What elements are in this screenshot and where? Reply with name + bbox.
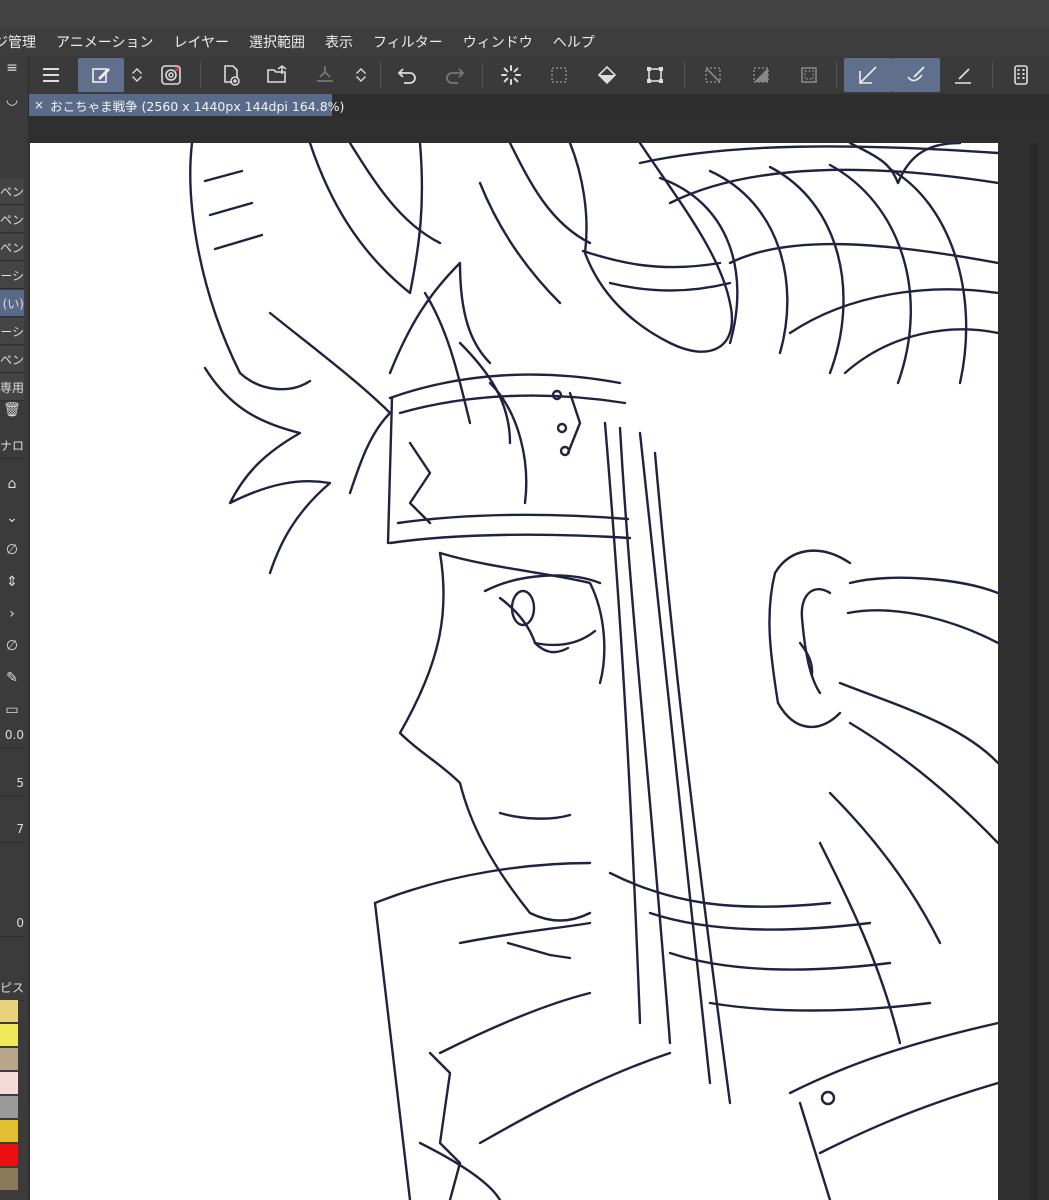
left-tool-panel: ≡ ◡ ペン ペン ペン ーシ (い) ーシ ペン 専用 🗑 ナロ ⌂ ⌄ ∅ … [0,56,29,1200]
sub-tool-item[interactable]: ーシ [0,318,24,345]
spiral-icon[interactable] [154,58,188,92]
document-tab[interactable]: × おこちゃま戦争 (2560 x 1440px 144dpi 164.8%) [28,94,344,116]
undo-icon[interactable] [390,58,424,92]
up-down-icon[interactable]: ⇕ [0,572,24,592]
toolbar-separator [380,62,381,88]
palette-label: ピス [0,974,24,1001]
sub-tool-item[interactable]: 専用 [0,374,24,401]
menu-bar: ジ管理 アニメーション レイヤー 選択範囲 表示 フィルター ウィンドウ ヘルプ [0,28,1049,56]
loading-icon[interactable] [494,58,528,92]
color-swatch[interactable] [0,1168,18,1190]
up-down-icon[interactable] [128,58,146,92]
menu-icon[interactable] [34,58,68,92]
toolbar-separator [836,62,837,88]
menu-page-management[interactable]: ジ管理 [0,32,36,52]
ruler-pen-icon[interactable] [946,58,980,92]
color-swatch[interactable] [0,1024,18,1046]
circle-slash-icon[interactable]: ∅ [0,636,24,656]
menu-view[interactable]: 表示 [325,32,353,52]
color-swatch[interactable] [0,1144,18,1166]
export-icon[interactable] [308,58,342,92]
select-frame-icon[interactable] [792,58,826,92]
select-dotted-icon[interactable] [542,58,576,92]
menu-selection[interactable]: 選択範囲 [249,32,305,52]
sub-tool-item[interactable]: ペン [0,234,24,261]
menu-window[interactable]: ウィンドウ [463,32,533,52]
redo-icon[interactable] [438,58,472,92]
color-swatch[interactable] [0,1072,18,1094]
menu-help[interactable]: ヘルプ [553,32,595,52]
line-art-illustration [189,143,998,1200]
document-tab-bar: × おこちゃま戦争 (2560 x 1440px 144dpi 164.8%) [28,94,1049,118]
trash-icon[interactable]: 🗑 [0,400,24,420]
toolbar-separator [482,62,483,88]
sub-tool-item[interactable]: ーシ [0,262,24,289]
chevron-down-icon[interactable]: ⌄ [0,508,24,528]
tablet-icon[interactable] [1004,58,1038,92]
sub-tool-item[interactable]: ペン [0,346,24,373]
no-selection-icon[interactable] [696,58,730,92]
sub-tool-item-selected[interactable]: (い) [0,290,24,317]
window-title-bar [0,0,1049,28]
pen-pressure-icon[interactable] [844,58,892,92]
setting-value: 0 [0,910,24,937]
setting-value: 5 [0,770,24,797]
drawing-canvas[interactable] [30,143,998,1200]
transform-icon[interactable] [638,58,672,92]
fill-icon[interactable] [590,58,624,92]
panel-collapse-icon[interactable]: ≡ [0,58,24,78]
lock-icon[interactable]: ⌂ [0,474,24,494]
panel-section-label: ナロ [0,432,24,459]
setting-value: 7 [0,816,24,843]
color-swatch[interactable] [0,1120,18,1142]
display-icon[interactable]: ▭ [0,700,24,720]
panel-tab-icon[interactable]: ◡ [0,90,24,110]
command-bar [28,56,1049,94]
circle-slash-icon[interactable]: ∅ [0,540,24,560]
sub-tool-item[interactable]: ペン [0,178,24,205]
wrench-icon[interactable]: ✎ [0,668,24,688]
color-swatch[interactable] [0,1000,18,1022]
gradient-mask-icon[interactable] [744,58,778,92]
toolbar-separator [992,62,993,88]
document-title: おこちゃま戦争 (2560 x 1440px 144dpi 164.8%) [50,98,345,114]
toolbar-separator [200,62,201,88]
chevron-right-icon[interactable]: › [0,604,24,624]
menu-filter[interactable]: フィルター [373,32,443,52]
color-swatch[interactable] [0,1048,18,1070]
up-down-icon[interactable] [352,58,370,92]
color-swatch[interactable] [0,1096,18,1118]
canvas-scrollbar[interactable] [1030,143,1038,1200]
menu-animation[interactable]: アニメーション [56,32,153,52]
brush-size-value[interactable]: 0.0 [0,722,24,749]
toolbar-separator [684,62,685,88]
new-page-icon[interactable] [214,58,248,92]
brush-curve-icon[interactable] [892,58,940,92]
menu-layer[interactable]: レイヤー [173,32,229,52]
open-folder-icon[interactable] [260,58,294,92]
close-icon[interactable]: × [34,98,44,112]
pen-edit-icon[interactable] [78,58,124,92]
sub-tool-item[interactable]: ペン [0,206,24,233]
